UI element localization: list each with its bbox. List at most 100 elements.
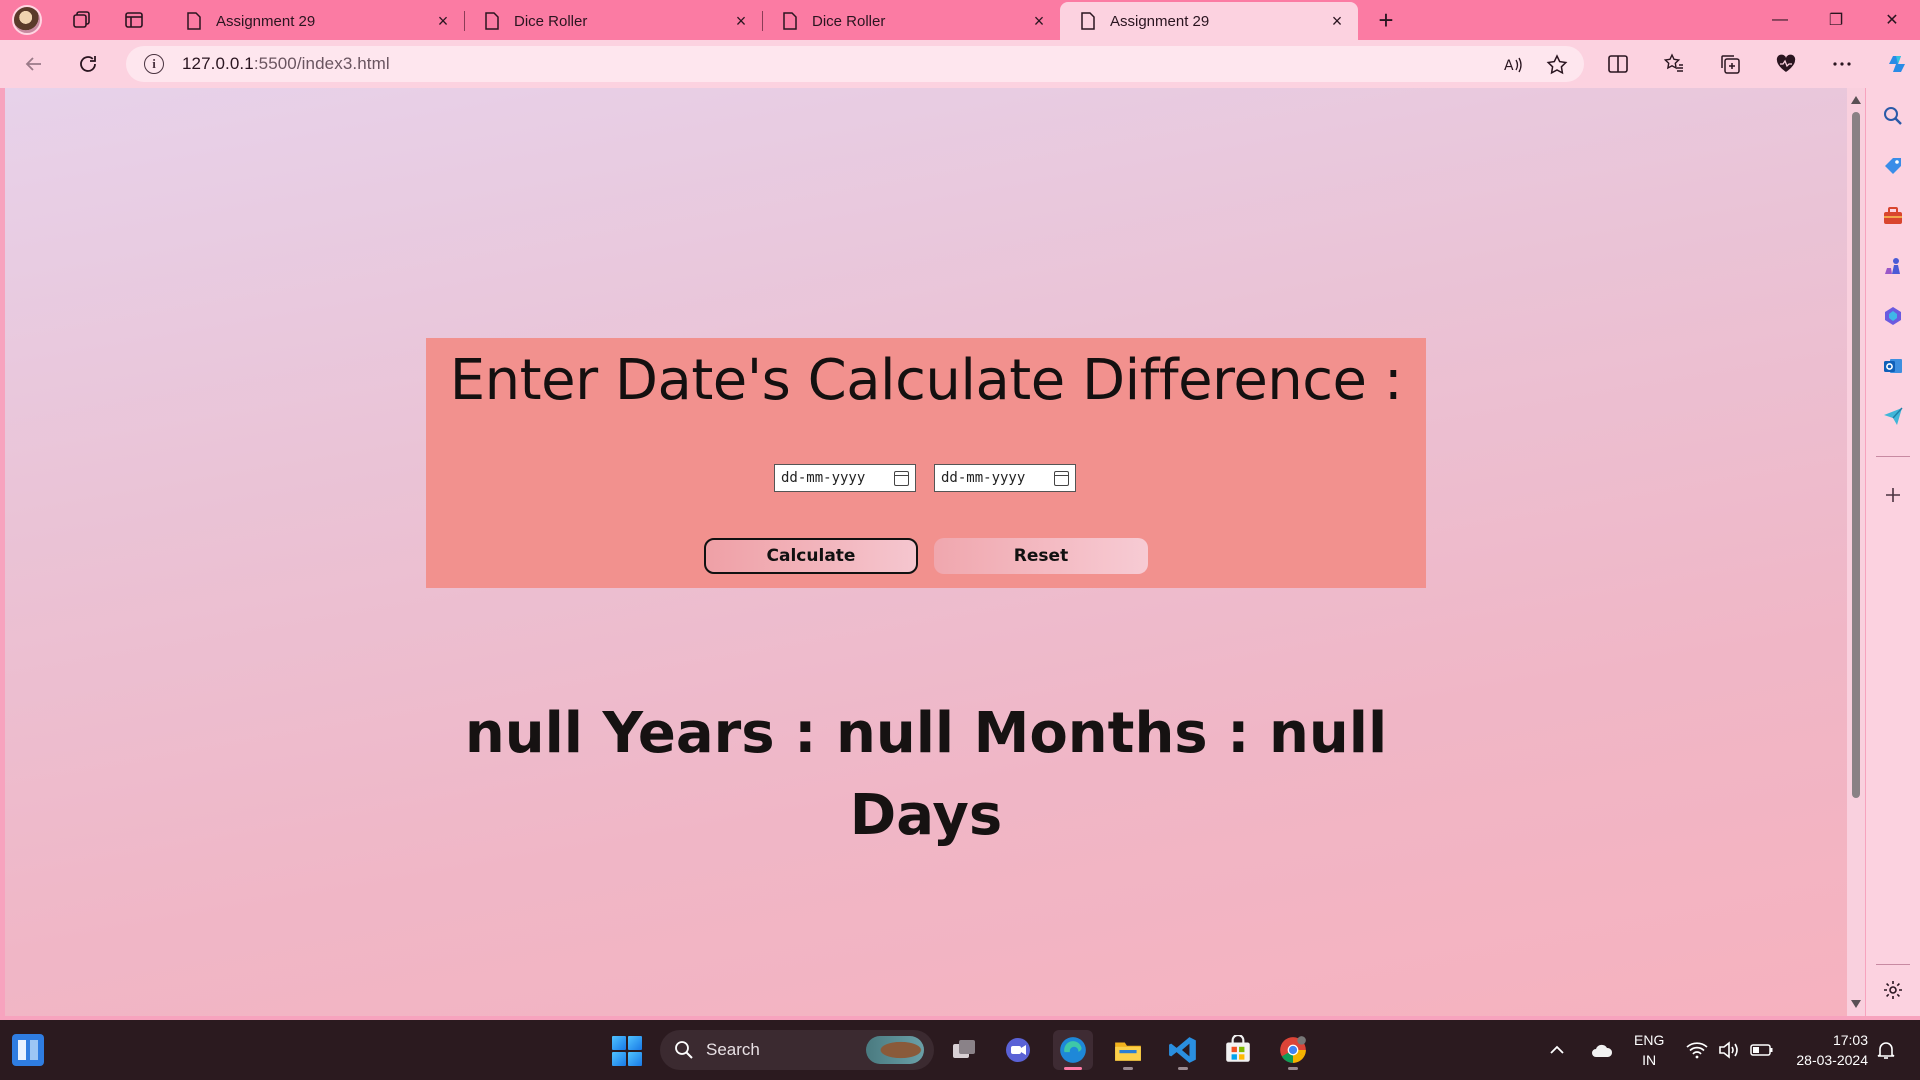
result-text: null Years : null Months : null Days xyxy=(426,693,1426,857)
vertical-tabs-icon[interactable] xyxy=(122,8,146,32)
games-chess-icon[interactable] xyxy=(1881,254,1905,278)
result-line-2: Days xyxy=(849,783,1003,848)
region-code: IN xyxy=(1642,1052,1657,1068)
sidebar-divider xyxy=(1876,456,1910,457)
widgets-icon[interactable] xyxy=(12,1034,44,1066)
wifi-icon xyxy=(1686,1042,1708,1059)
close-tab-icon[interactable]: × xyxy=(434,12,452,30)
running-app-indicator xyxy=(1288,1067,1298,1070)
scroll-down-arrow-icon[interactable] xyxy=(1851,1000,1861,1008)
notification-bell-icon[interactable] xyxy=(1876,1040,1896,1060)
back-button[interactable] xyxy=(14,44,54,84)
add-sidebar-app-icon[interactable] xyxy=(1881,483,1905,507)
tab-assignment-29-active[interactable]: Assignment 29 × xyxy=(1060,2,1358,40)
taskbar-search-box[interactable]: Search xyxy=(660,1030,934,1070)
tools-briefcase-icon[interactable] xyxy=(1881,204,1905,228)
close-tab-icon[interactable]: × xyxy=(732,12,750,30)
clock-time: 17:03 xyxy=(1832,1032,1868,1048)
page-icon xyxy=(485,12,499,30)
address-bar-actions: A xyxy=(1502,54,1568,76)
page-icon xyxy=(187,12,201,30)
task-view-icon[interactable] xyxy=(944,1030,984,1070)
outlook-icon[interactable] xyxy=(1881,354,1905,378)
profile-avatar[interactable] xyxy=(12,5,42,35)
browser-tab-strip: Assignment 29 × Dice Roller × Dice Rolle… xyxy=(0,0,1920,40)
edge-browser-icon[interactable] xyxy=(1053,1030,1093,1070)
windows-taskbar: Search ENG IN 17:03 28-03-2024 xyxy=(0,1020,1920,1080)
page-icon xyxy=(783,12,797,30)
start-date-input[interactable]: dd-mm-yyyy xyxy=(774,464,916,492)
drop-send-icon[interactable] xyxy=(1881,404,1905,428)
close-tab-icon[interactable]: × xyxy=(1030,12,1048,30)
refresh-icon xyxy=(80,56,96,72)
scrollbar-thumb[interactable] xyxy=(1852,112,1860,798)
microsoft-store-icon[interactable] xyxy=(1218,1030,1258,1070)
tab-title: Dice Roller xyxy=(514,12,588,30)
tab-assignment-29[interactable]: Assignment 29 × xyxy=(166,2,464,40)
refresh-button[interactable] xyxy=(68,44,108,84)
search-label: Search xyxy=(706,1040,760,1059)
site-info-icon[interactable]: i xyxy=(144,54,164,74)
action-buttons: Calculate Reset xyxy=(704,538,1148,574)
copilot-icon[interactable] xyxy=(1878,44,1918,84)
url-path: :5500/index3.html xyxy=(253,54,390,73)
calendar-icon[interactable] xyxy=(1054,470,1069,486)
chrome-icon[interactable] xyxy=(1273,1030,1313,1070)
notification-area xyxy=(1876,1020,1896,1080)
file-explorer-icon[interactable] xyxy=(1108,1030,1148,1070)
url-host: 127.0.0.1 xyxy=(182,54,254,73)
address-bar[interactable]: i 127.0.0.1:5500/index3.html A xyxy=(126,46,1584,82)
microsoft-365-icon[interactable] xyxy=(1881,304,1905,328)
running-app-indicator xyxy=(1123,1067,1133,1070)
url-text[interactable]: 127.0.0.1:5500/index3.html xyxy=(182,54,390,74)
sidebar-settings-gear-icon[interactable] xyxy=(1881,978,1905,1002)
volume-icon xyxy=(1719,1041,1738,1059)
search-icon xyxy=(675,1041,693,1059)
page-viewport: Enter Date's Calculate Difference : dd-m… xyxy=(5,88,1847,1016)
tab-title: Dice Roller xyxy=(812,12,886,30)
close-tab-icon[interactable]: × xyxy=(1328,12,1346,30)
tab-dice-roller[interactable]: Dice Roller × xyxy=(464,2,762,40)
split-screen-icon[interactable] xyxy=(1598,44,1638,84)
onedrive-cloud-icon[interactable] xyxy=(1590,1041,1614,1059)
taskbar-clock[interactable]: 17:03 28-03-2024 xyxy=(1796,1030,1868,1070)
calendar-icon[interactable] xyxy=(894,470,909,486)
sidebar-divider xyxy=(1876,964,1910,965)
show-hidden-icons-chevron-icon[interactable] xyxy=(1548,1041,1566,1059)
minimize-icon[interactable]: — xyxy=(1752,0,1808,40)
onedrive-area xyxy=(1590,1020,1614,1080)
sidebar-search-icon[interactable] xyxy=(1881,104,1905,128)
favorites-icon[interactable] xyxy=(1654,44,1694,84)
tab-dice-roller[interactable]: Dice Roller × xyxy=(762,2,1060,40)
browser-toolbar: i 127.0.0.1:5500/index3.html A xyxy=(0,40,1920,88)
end-date-input[interactable]: dd-mm-yyyy xyxy=(934,464,1076,492)
page-icon xyxy=(1081,12,1095,30)
collections-icon[interactable] xyxy=(1710,44,1750,84)
favorite-star-icon[interactable] xyxy=(1546,54,1568,76)
shopping-tag-icon[interactable] xyxy=(1881,154,1905,178)
workspaces-icon[interactable] xyxy=(70,8,94,32)
page-scrollbar[interactable] xyxy=(1847,88,1865,1016)
language-code: ENG xyxy=(1634,1032,1665,1048)
quick-settings[interactable] xyxy=(1686,1020,1774,1080)
calculate-button[interactable]: Calculate xyxy=(704,538,918,574)
toolbar-actions xyxy=(1598,44,1918,84)
scroll-up-arrow-icon[interactable] xyxy=(1851,96,1861,104)
back-arrow-icon xyxy=(25,57,41,71)
input-language-indicator[interactable]: ENG IN xyxy=(1634,1030,1664,1070)
reset-button[interactable]: Reset xyxy=(934,538,1148,574)
window-controls: — ❐ ✕ xyxy=(1752,0,1920,40)
read-aloud-icon[interactable]: A xyxy=(1502,54,1524,76)
system-tray xyxy=(1548,1020,1566,1080)
battery-icon xyxy=(1750,1044,1773,1056)
result-line-1: null Years : null Months : null xyxy=(464,701,1388,766)
more-options-icon[interactable] xyxy=(1822,44,1862,84)
teams-meet-icon[interactable] xyxy=(998,1030,1038,1070)
browser-essentials-icon[interactable] xyxy=(1766,44,1806,84)
new-tab-button[interactable]: + xyxy=(1366,0,1406,40)
start-windows-icon[interactable] xyxy=(612,1036,642,1066)
restore-icon[interactable]: ❐ xyxy=(1808,0,1864,40)
vscode-icon[interactable] xyxy=(1163,1030,1203,1070)
close-window-icon[interactable]: ✕ xyxy=(1864,0,1920,40)
date-difference-card: Enter Date's Calculate Difference : dd-m… xyxy=(426,338,1426,588)
